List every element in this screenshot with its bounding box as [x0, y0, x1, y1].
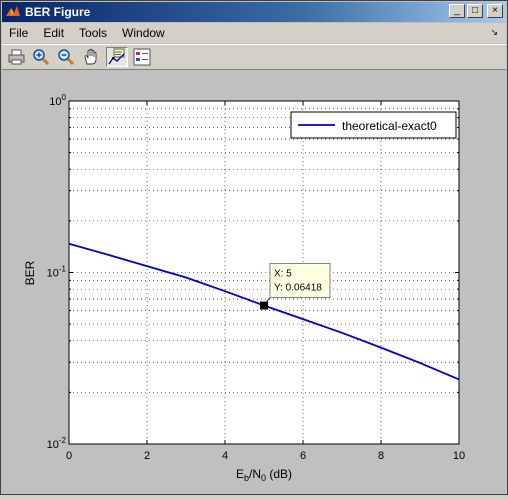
data-cursor-button[interactable] [106, 47, 128, 67]
x-tick-label: 6 [300, 450, 306, 462]
menu-tools[interactable]: Tools [72, 26, 115, 40]
menu-edit[interactable]: Edit [36, 26, 72, 40]
menu-bar: File Edit Tools Window ↘ [2, 23, 506, 43]
zoom-in-icon [33, 49, 50, 66]
minimize-button[interactable]: _ [449, 4, 465, 18]
x-axis-label: Eb/N0 (dB) [236, 467, 292, 483]
x-tick-label: 10 [453, 450, 465, 462]
x-tick-label: 4 [222, 450, 228, 462]
y-tick-label: 10-1 [47, 265, 67, 280]
menu-dock-arrow-icon[interactable]: ↘ [490, 27, 498, 38]
close-button[interactable]: × [487, 4, 503, 18]
zoom-out-button[interactable] [55, 47, 77, 67]
zoom-in-button[interactable] [30, 47, 52, 67]
maximize-icon: □ [471, 5, 479, 16]
plot-svg: 0 2 4 6 8 10 10-2 10-1 100 Eb/N0 (dB) BE… [23, 93, 465, 483]
title-bar[interactable]: BER Figure _ □ × [2, 2, 506, 22]
x-tick-label: 8 [378, 450, 384, 462]
legend-entry: theoretical-exact0 [342, 119, 437, 133]
datatip-y-text: Y: 0.06418 [274, 283, 322, 294]
print-icon [8, 49, 25, 65]
maximize-button[interactable]: □ [467, 4, 483, 18]
close-icon: × [492, 5, 498, 16]
datatip-x-text: X: 5 [274, 269, 292, 280]
x-tick-label: 2 [144, 450, 150, 462]
figure-window: BER Figure _ □ × File Edit Tools Window … [0, 0, 508, 495]
x-tick-label: 0 [66, 450, 72, 462]
print-button[interactable] [6, 47, 28, 67]
y-tick-label: 10-2 [47, 436, 67, 451]
figure-canvas: 0 2 4 6 8 10 10-2 10-1 100 Eb/N0 (dB) BE… [2, 71, 506, 494]
menu-window[interactable]: Window [115, 26, 173, 40]
minimize-icon: _ [454, 5, 460, 16]
y-axis-label: BER [23, 260, 37, 285]
insert-legend-button[interactable] [131, 47, 153, 67]
pan-button[interactable] [80, 47, 102, 67]
datatip-marker[interactable] [260, 301, 268, 310]
zoom-out-icon [58, 49, 75, 66]
y-tick-labels: 10-2 10-1 100 [47, 93, 67, 451]
pan-hand-icon [84, 48, 97, 65]
insert-legend-icon [133, 48, 151, 66]
menu-file[interactable]: File [2, 26, 36, 40]
legend[interactable]: theoretical-exact0 [290, 111, 457, 139]
x-tick-labels: 0 2 4 6 8 10 [66, 450, 465, 462]
axes-box[interactable] [68, 100, 460, 445]
figure-toolbar [2, 44, 506, 70]
matlab-logo-icon [6, 6, 20, 16]
data-cursor-icon [108, 48, 125, 65]
y-tick-label: 100 [49, 93, 66, 108]
window-title: BER Figure [25, 5, 91, 19]
